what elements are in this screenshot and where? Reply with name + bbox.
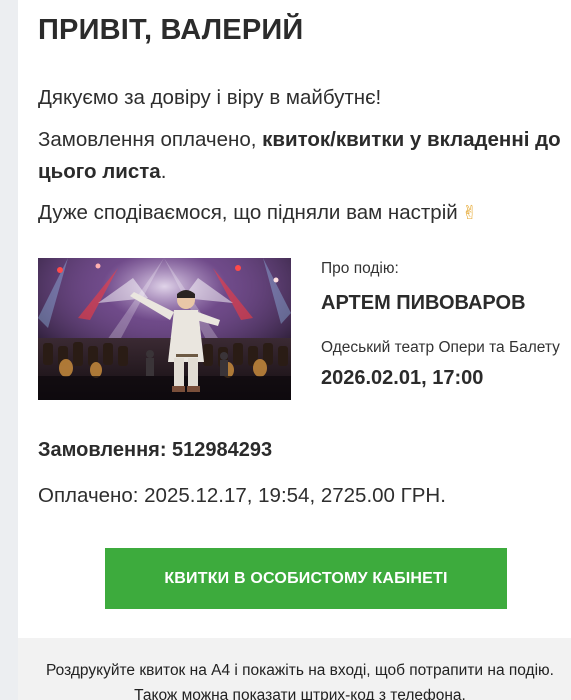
mood-text: Дуже сподіваємося, що підняли вам настрі… xyxy=(38,197,478,230)
event-artist: АРТЕМ ПИВОВАРОВ xyxy=(321,292,526,314)
payment-note-prefix: Замовлення оплачено, xyxy=(38,128,263,151)
greeting-heading: ПРИВІТ, ВАЛЕРИЙ xyxy=(38,14,304,46)
concert-stage-illustration xyxy=(38,258,291,400)
order-number: Замовлення: 512984293 xyxy=(38,439,273,461)
footer-notice: Роздрукуйте квиток на А4 і покажіть на в… xyxy=(18,638,571,700)
payment-info: Оплачено: 2025.12.17, 19:54, 2725.00 ГРН… xyxy=(38,484,446,507)
event-photo[interactable] xyxy=(38,258,291,400)
footer-print-instructions: Роздрукуйте квиток на А4 і покажіть на в… xyxy=(46,662,554,700)
victory-hand-icon: ✌ xyxy=(461,203,478,224)
payment-note: Замовлення оплачено, квиток/квитки у вкл… xyxy=(38,124,563,188)
payment-note-suffix: . xyxy=(160,160,167,183)
event-datetime: 2026.02.01, 17:00 xyxy=(321,367,484,389)
event-venue: Одеський театр Опери та Балету xyxy=(321,339,560,356)
left-rail xyxy=(0,0,18,700)
mood-line: Дуже сподіваємося, що підняли вам настрі… xyxy=(38,201,458,224)
tickets-in-account-button[interactable]: КВИТКИ В ОСОБИСТОМУ КАБІНЕТІ xyxy=(105,548,507,609)
email-page: ПРИВІТ, ВАЛЕРИЙ Дякуємо за довіру і віру… xyxy=(0,0,571,700)
about-event-label: Про подію: xyxy=(321,260,399,277)
thanks-text: Дякуємо за довіру і віру в майбутнє! xyxy=(38,86,382,109)
